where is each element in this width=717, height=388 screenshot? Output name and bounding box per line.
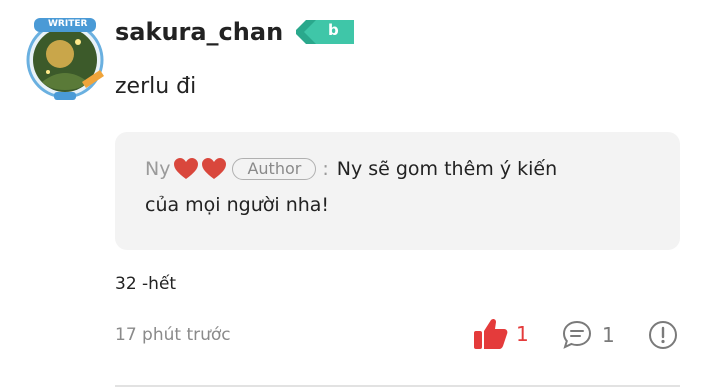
- exclamation-circle-icon: [649, 321, 677, 349]
- reply-count: 1: [602, 323, 615, 347]
- username[interactable]: sakura_chan: [115, 18, 283, 46]
- reply-preview[interactable]: Ny Author : Ny sẽ gom thêm ý kiến của mọ…: [115, 132, 680, 250]
- avatar-label: WRITER: [48, 19, 88, 29]
- reply-button[interactable]: 1: [562, 320, 615, 350]
- level-badge: b: [294, 18, 354, 46]
- like-count: 1: [516, 322, 529, 346]
- comment-note: 32 -hết: [115, 274, 177, 294]
- heart-icon: [202, 158, 227, 179]
- reply-separator: :: [322, 158, 329, 180]
- thumbs-up-icon: [474, 318, 508, 349]
- reply-author-name[interactable]: Ny: [145, 158, 170, 180]
- divider: [115, 385, 680, 387]
- heart-icon: [174, 158, 199, 179]
- reply-text-line1: Ny sẽ gom thêm ý kiến: [336, 158, 558, 180]
- reply-header: Ny Author : Ny sẽ gom thêm ý kiến: [145, 158, 557, 180]
- avatar[interactable]: WRITER: [20, 12, 110, 104]
- badge-letter: b: [328, 21, 339, 39]
- reply-text-line2: của mọi người nha!: [145, 194, 330, 216]
- comment-text: zerlu đi: [115, 74, 197, 99]
- like-button[interactable]: 1: [474, 318, 529, 350]
- author-tag: Author: [232, 158, 317, 180]
- report-button[interactable]: [648, 320, 678, 350]
- comment-icon: [562, 320, 592, 349]
- timestamp: 17 phút trước: [115, 325, 231, 345]
